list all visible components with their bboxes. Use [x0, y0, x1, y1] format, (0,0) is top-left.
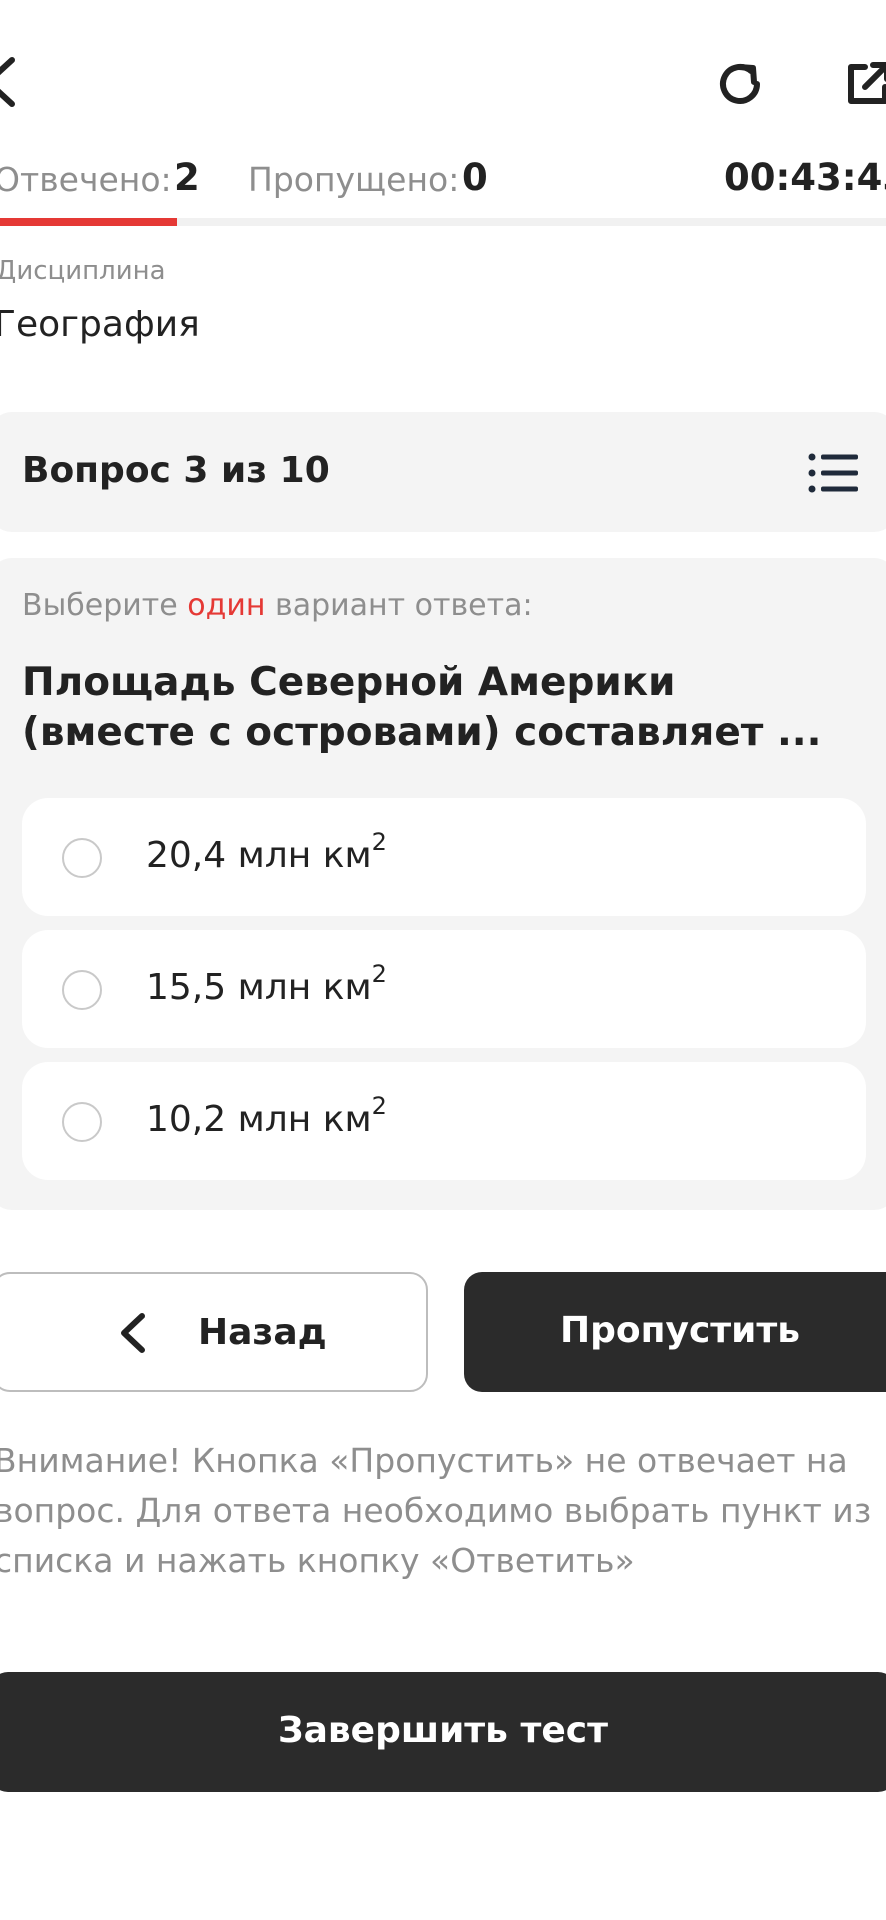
skip-button[interactable]: Пропустить: [464, 1272, 886, 1392]
answered-label: Отвечено:: [0, 160, 172, 199]
finish-test-label: Завершить тест: [278, 1710, 608, 1751]
question-text: Площадь Северной Америки (вместе с остро…: [22, 660, 822, 755]
external-link-icon: [848, 62, 886, 104]
test-stats: Отвечено: 2 Пропущено: 0 00:43:43: [0, 154, 886, 204]
question-instruction: Выберите один вариант ответа:: [22, 588, 533, 623]
answer-option-label: 10,2 млн км2: [146, 1092, 387, 1140]
external-link-button[interactable]: [836, 52, 886, 116]
progress-fill: [0, 218, 178, 226]
back-button-label: Назад: [198, 1312, 327, 1353]
answer-option[interactable]: 20,4 млн км2: [22, 798, 866, 916]
refresh-icon: [720, 64, 760, 104]
instruction-suffix: вариант ответа:: [275, 588, 533, 623]
answer-option[interactable]: 10,2 млн км2: [22, 1062, 866, 1180]
skip-warning: Внимание! Кнопка «Пропустить» не отвечае…: [0, 1441, 872, 1580]
radio-button[interactable]: [62, 1102, 102, 1142]
question-header: Вопрос 3 из 10: [0, 412, 886, 532]
skipped-count: 0: [462, 156, 488, 199]
discipline-value: География: [0, 304, 200, 345]
answer-option[interactable]: 15,5 млн км2: [22, 930, 866, 1048]
refresh-button[interactable]: [708, 52, 772, 116]
discipline-label: Дисциплина: [0, 256, 166, 286]
timer: 00:43:43: [724, 156, 886, 199]
back-arrow-icon[interactable]: [0, 52, 18, 112]
question-counter: Вопрос 3 из 10: [22, 450, 330, 491]
instruction-accent: один: [187, 588, 266, 623]
answer-option-label: 15,5 млн км2: [146, 960, 387, 1008]
skip-button-label: Пропустить: [559, 1310, 801, 1351]
test-screen: Отвечено: 2 Пропущено: 0 00:43:43 Дисцип…: [0, 0, 886, 1920]
back-button[interactable]: Назад: [0, 1272, 428, 1392]
answer-option-label: 20,4 млн км2: [146, 828, 387, 876]
question-body: Выберите один вариант ответа: Площадь Се…: [0, 558, 886, 1210]
skipped-label: Пропущено:: [248, 160, 460, 199]
radio-button[interactable]: [62, 970, 102, 1010]
progress-bar: [0, 218, 886, 226]
chevron-left-icon: [121, 1313, 145, 1353]
radio-button[interactable]: [62, 838, 102, 878]
answered-count: 2: [174, 156, 200, 199]
instruction-prefix: Выберите: [22, 588, 178, 623]
question-list-icon[interactable]: [808, 452, 860, 494]
finish-test-button[interactable]: Завершить тест: [0, 1672, 886, 1792]
